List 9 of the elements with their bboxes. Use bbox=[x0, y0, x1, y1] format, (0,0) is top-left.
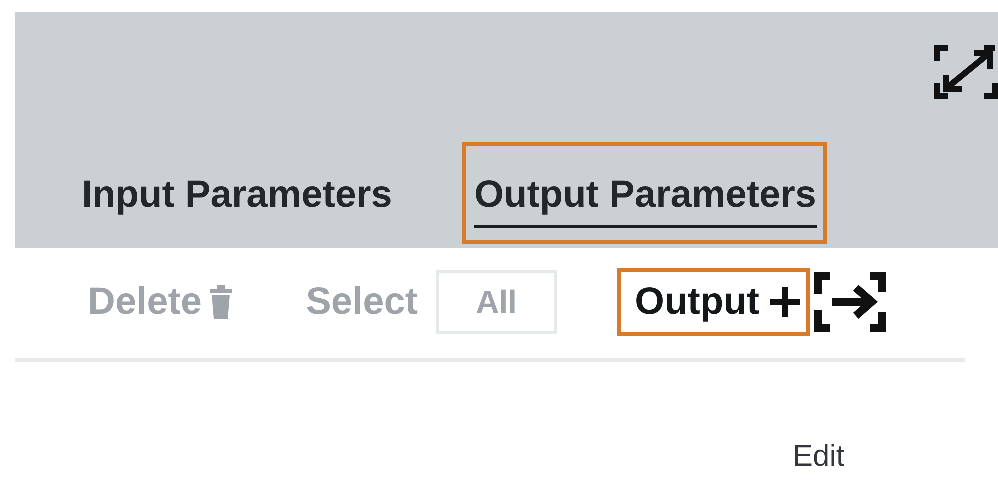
column-header: Edit bbox=[793, 440, 846, 474]
tab[interactable]: Output Parameters bbox=[462, 142, 827, 244]
tab[interactable]: Input Parameters bbox=[70, 142, 402, 244]
plus-icon bbox=[770, 287, 800, 317]
add-output-button[interactable]: Output bbox=[617, 268, 810, 336]
import-icon[interactable] bbox=[814, 272, 886, 332]
select-label: Select bbox=[306, 280, 418, 324]
expand-icon[interactable] bbox=[934, 45, 998, 99]
trash-icon bbox=[208, 283, 234, 321]
